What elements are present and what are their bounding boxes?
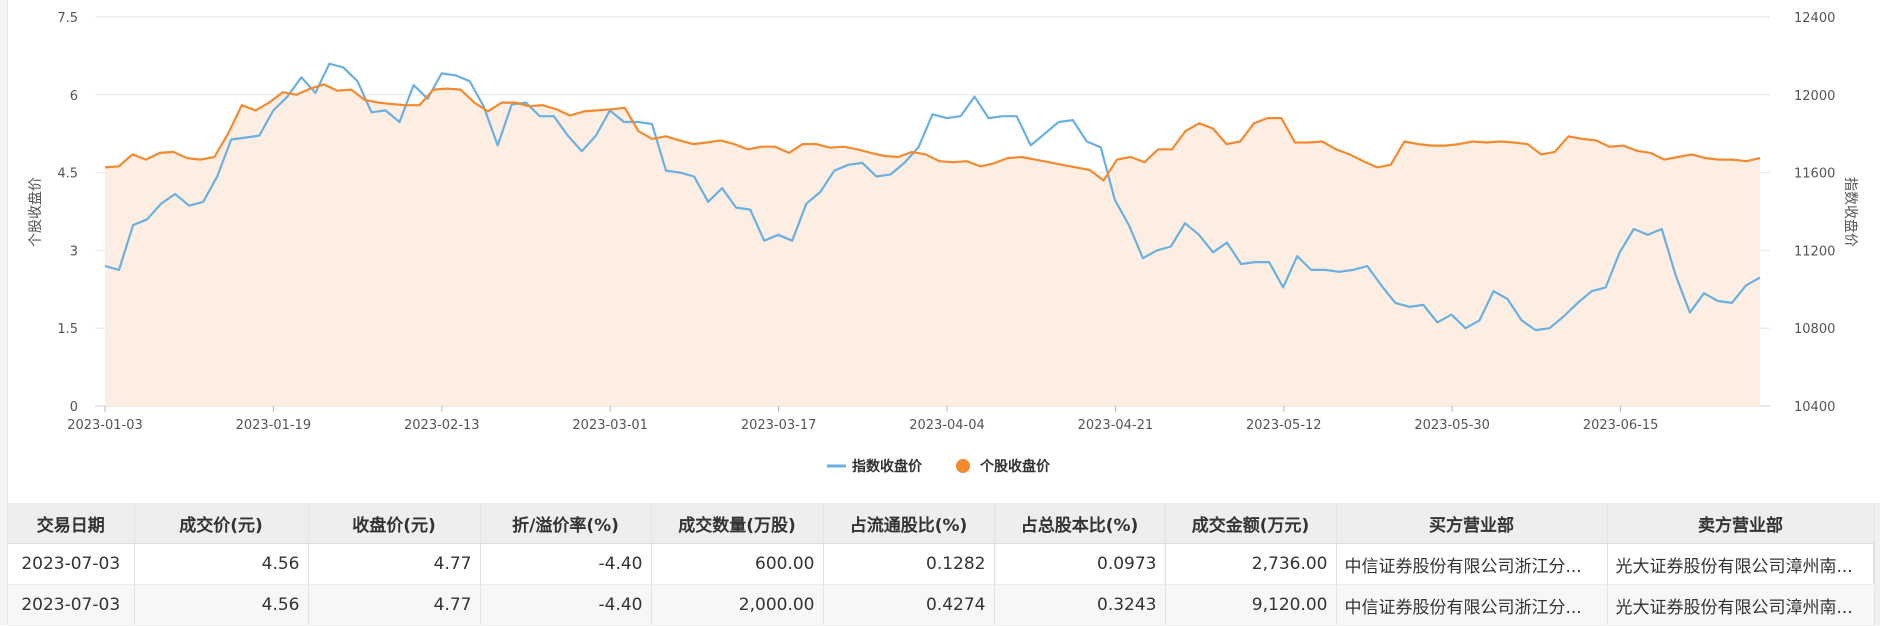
col-header-trade-date[interactable]: 交易日期 [8,503,135,544]
col-header-total-ratio[interactable]: 占总股本比(%) [994,503,1166,544]
left-y-axis: 0 1.5 3 4.5 6 7.5 [57,11,78,415]
x-tick-label: 2023-03-17 [741,418,817,433]
price-chart: 2023-01-03 2023-01-19 2023-02-13 2023-03-01… [27,11,1859,475]
right-tick-label: 11600 [1794,167,1835,182]
right-axis-title: 指数收盘价 [1842,177,1859,247]
cell-amount: 9,120.00 [1165,584,1337,626]
x-tick-label: 2023-06-15 [1583,418,1659,433]
table-header-row: 交易日期 成交价(元) 收盘价(元) 折/溢价率(%) 成交数量(万股) 占流通… [8,503,1875,544]
cell-float-ratio: 0.4274 [823,584,995,626]
col-header-float-ratio[interactable]: 占流通股比(%) [823,503,995,544]
x-tick-label: 2023-04-21 [1078,418,1154,433]
left-tick-label: 0 [70,400,78,415]
x-tick-label: 2023-05-30 [1414,418,1490,433]
cell-total-ratio: 0.0973 [994,543,1166,585]
cell-close-price: 4.77 [308,543,481,585]
x-tick-label: 2023-03-01 [572,418,648,433]
cell-total-ratio: 0.3243 [994,584,1166,626]
x-tick-label: 2023-05-12 [1246,418,1322,433]
right-tick-label: 10800 [1794,322,1835,337]
legend-item-stock[interactable]: 个股收盘价 [956,458,1051,475]
col-header-deal-price[interactable]: 成交价(元) [134,503,309,544]
chart-legend: 指数收盘价 个股收盘价 [827,458,1051,475]
right-tick-label: 11200 [1794,244,1835,259]
cell-premium-rate: -4.40 [480,584,652,626]
legend-index-label: 指数收盘价 [852,458,923,475]
right-tick-label: 12400 [1794,11,1835,26]
cell-amount: 2,736.00 [1165,543,1337,585]
legend-stock-swatch [956,459,970,473]
cell-buyer: 中信证券股份有限公司浙江分... [1336,543,1608,585]
left-tick-label: 3 [70,244,78,259]
block-trade-table: 交易日期 成交价(元) 收盘价(元) 折/溢价率(%) 成交数量(万股) 占流通… [8,503,1875,626]
col-header-close-price[interactable]: 收盘价(元) [308,503,481,544]
left-tick-label: 4.5 [57,167,78,182]
x-axis: 2023-01-03 2023-01-19 2023-02-13 2023-03-01… [67,406,1658,433]
right-tick-label: 10400 [1794,400,1835,415]
x-tick-label: 2023-01-19 [236,418,312,433]
left-axis-title: 个股收盘价 [27,177,44,247]
cell-deal-price: 4.56 [134,584,309,626]
cell-seller: 光大证券股份有限公司漳州南... [1607,543,1875,585]
x-tick-label: 2023-01-03 [67,418,143,433]
series-area-stock [105,84,1760,407]
left-tick-label: 1.5 [57,322,78,337]
col-header-seller[interactable]: 卖方营业部 [1607,503,1875,544]
left-tick-label: 7.5 [57,11,78,26]
cell-seller: 光大证券股份有限公司漳州南... [1607,584,1875,626]
col-header-volume[interactable]: 成交数量(万股) [651,503,824,544]
right-y-axis: 10400 10800 11200 11600 12000 12400 [1794,11,1835,415]
cell-volume: 2,000.00 [651,584,824,626]
cell-float-ratio: 0.1282 [823,543,995,585]
x-tick-label: 2023-04-04 [909,418,985,433]
x-tick-label: 2023-02-13 [404,418,480,433]
table-row: 2023-07-03 4.56 4.77 -4.40 2,000.00 0.42… [8,584,1875,626]
cell-trade-date: 2023-07-03 [8,543,135,585]
cell-premium-rate: -4.40 [480,543,652,585]
right-tick-label: 12000 [1794,89,1835,104]
area-layer [105,84,1760,407]
cell-buyer: 中信证券股份有限公司浙江分... [1336,584,1608,626]
legend-stock-label: 个股收盘价 [979,458,1051,475]
col-header-amount[interactable]: 成交金额(万元) [1165,503,1337,544]
legend-item-index[interactable]: 指数收盘价 [827,458,923,475]
table-row: 2023-07-03 4.56 4.77 -4.40 600.00 0.1282… [8,543,1875,585]
cell-deal-price: 4.56 [134,543,309,585]
cell-trade-date: 2023-07-03 [8,584,135,626]
cell-close-price: 4.77 [308,584,481,626]
col-header-buyer[interactable]: 买方营业部 [1336,503,1608,544]
cell-volume: 600.00 [651,543,824,585]
col-header-premium-rate[interactable]: 折/溢价率(%) [480,503,652,544]
left-tick-label: 6 [70,89,78,104]
